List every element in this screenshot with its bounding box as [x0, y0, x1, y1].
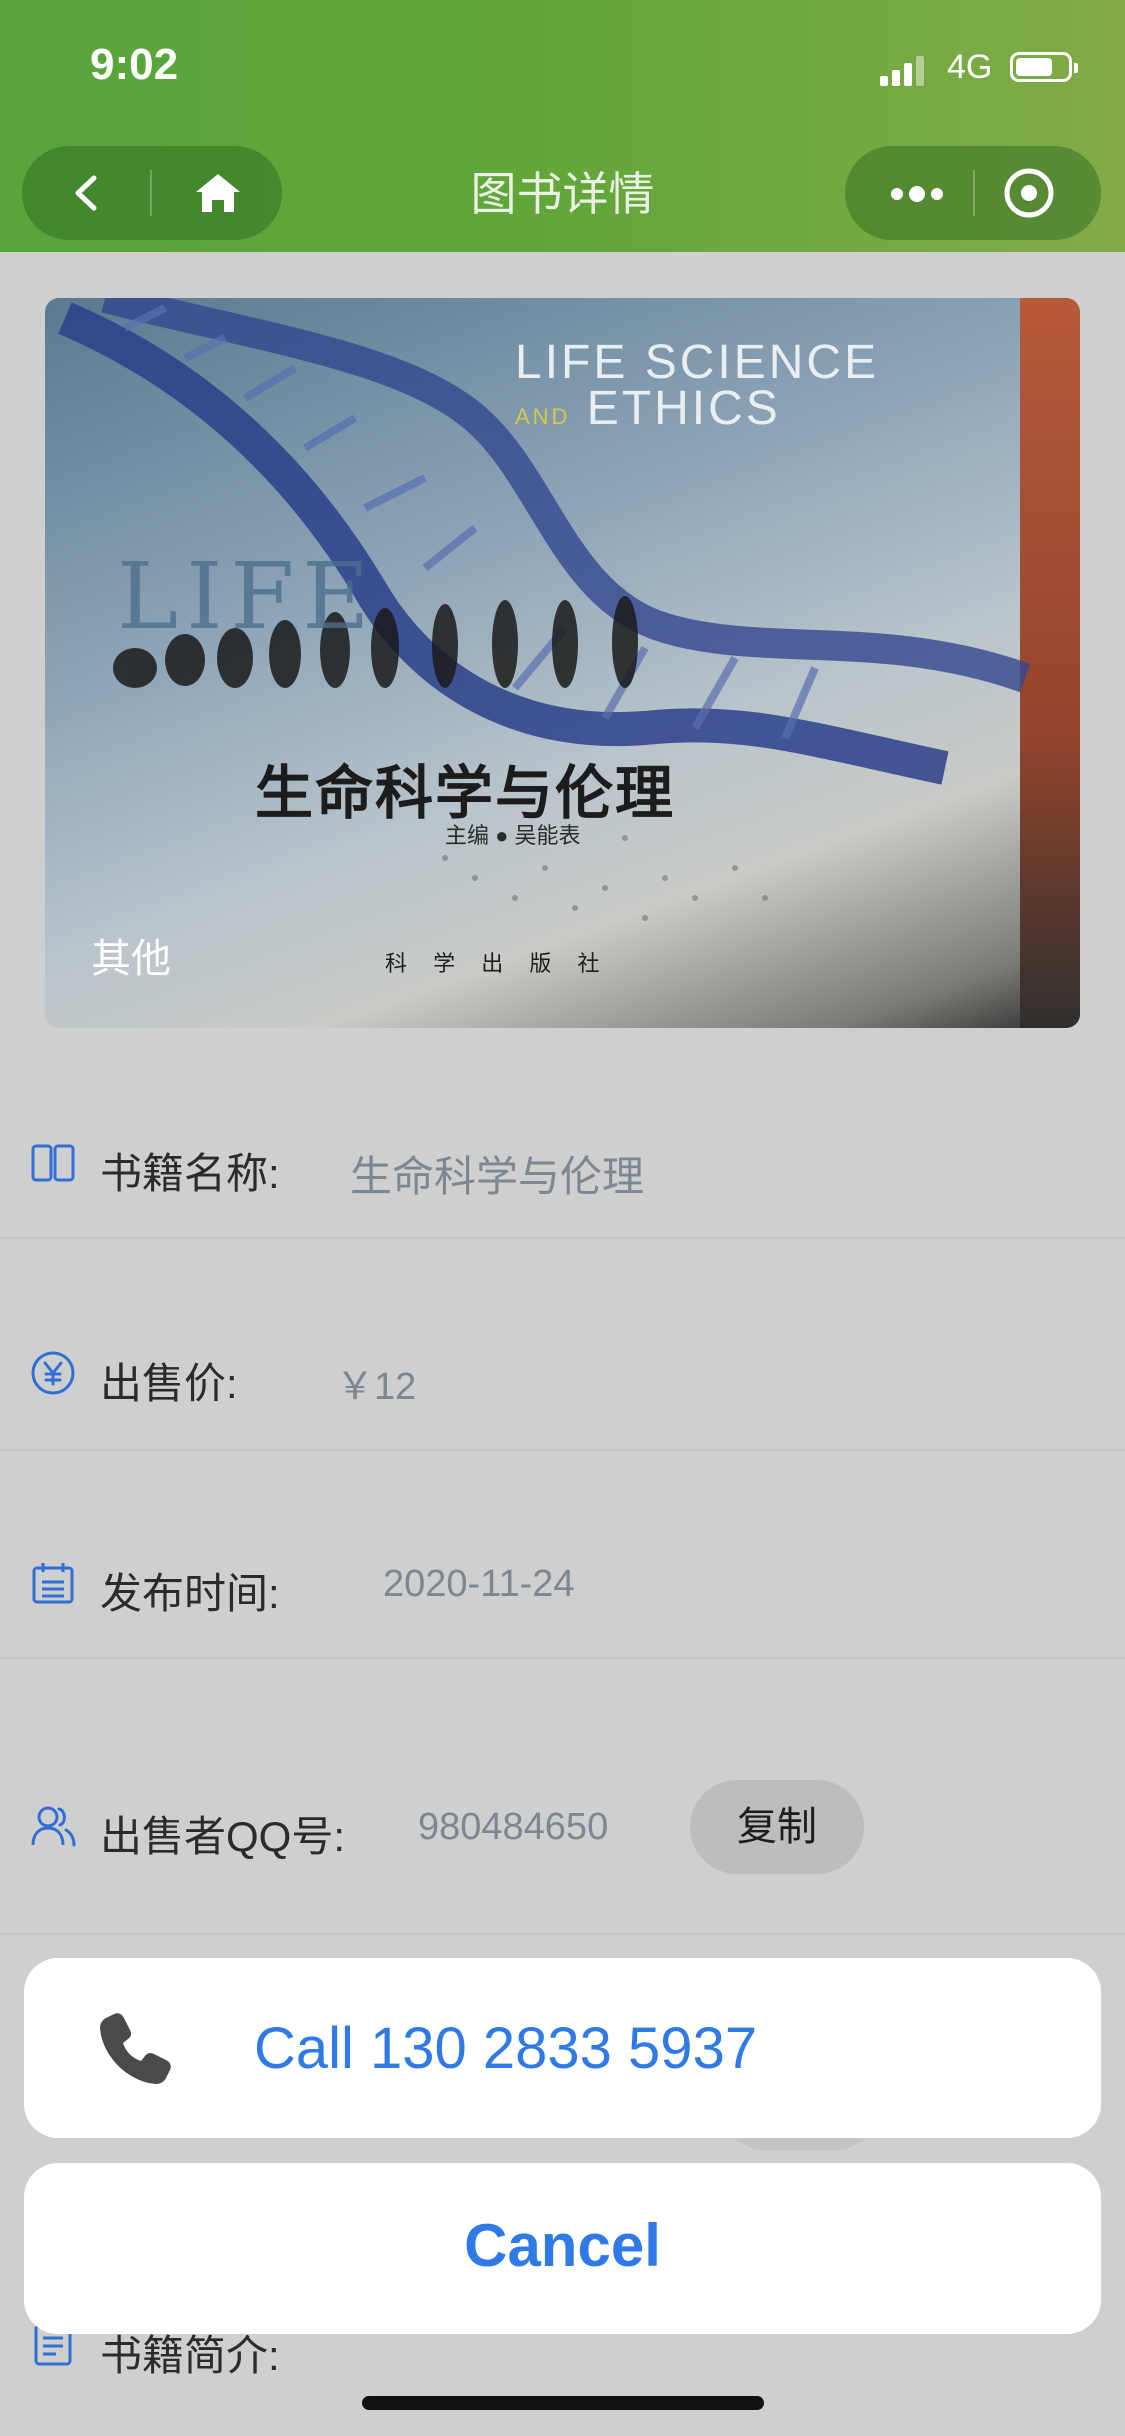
call-number-label: Call 130 2833 5937 — [254, 2016, 758, 2081]
yuan-icon — [31, 1351, 75, 1395]
cover-big-word: LIFE — [117, 543, 378, 650]
cover-title-and: AND — [515, 404, 571, 429]
book-name-value: 生命科学与伦理 — [350, 1153, 645, 1200]
status-bar: 9:02 4G — [0, 0, 1125, 140]
cancel-button[interactable]: Cancel — [24, 2163, 1101, 2334]
copy-button[interactable]: 复制 — [690, 1780, 864, 1874]
seller-qq-label: 出售者QQ号: — [100, 1813, 346, 1860]
book-cover-image[interactable]: LIFE SCIENCE AND ETHICS LIFE 生命科学与伦理 主编 … — [45, 298, 1080, 1028]
cancel-label: Cancel — [464, 2212, 661, 2279]
divider — [0, 1237, 1125, 1239]
divider — [0, 1657, 1125, 1659]
phone-icon — [100, 2013, 171, 2084]
users-icon — [31, 1806, 76, 1847]
price-value: ￥12 — [336, 1366, 417, 1408]
publish-date-label: 发布时间: — [100, 1570, 280, 1617]
seller-qq-value: 980484650 — [418, 1806, 609, 1848]
book-name-label: 书籍名称: — [100, 1150, 280, 1197]
network-type: 4G — [947, 48, 993, 86]
price-label: 出售价: — [100, 1360, 238, 1407]
cover-english-title: LIFE SCIENCE AND ETHICS — [515, 336, 880, 440]
calendar-icon — [32, 1563, 74, 1604]
more-dots-icon — [891, 186, 943, 202]
signal-icon — [880, 52, 930, 86]
capsule-divider — [973, 170, 975, 216]
close-miniprogram-button[interactable] — [985, 156, 1085, 230]
book-icon — [31, 1144, 75, 1182]
battery-icon — [1010, 52, 1078, 82]
home-indicator — [362, 2396, 764, 2410]
divider — [0, 1449, 1125, 1451]
call-option[interactable]: Call 130 2833 5937 — [24, 1958, 1101, 2138]
cover-title-line-1: LIFE SCIENCE — [515, 336, 880, 389]
nav-right-capsule — [845, 146, 1101, 240]
cover-title-line-2: AND ETHICS — [515, 385, 879, 440]
more-button[interactable] — [865, 156, 965, 230]
status-time: 9:02 — [90, 40, 179, 89]
divider — [0, 1933, 1125, 1935]
cover-publisher: 科 学 出 版 社 — [385, 951, 610, 976]
cover-title-ethics: ETHICS — [586, 382, 781, 435]
category-label: 其他 — [91, 937, 171, 981]
target-icon — [1004, 168, 1054, 218]
cover-editor: 主编 ● 吴能表 — [445, 823, 581, 848]
publish-date-value: 2020-11-24 — [383, 1563, 575, 1605]
